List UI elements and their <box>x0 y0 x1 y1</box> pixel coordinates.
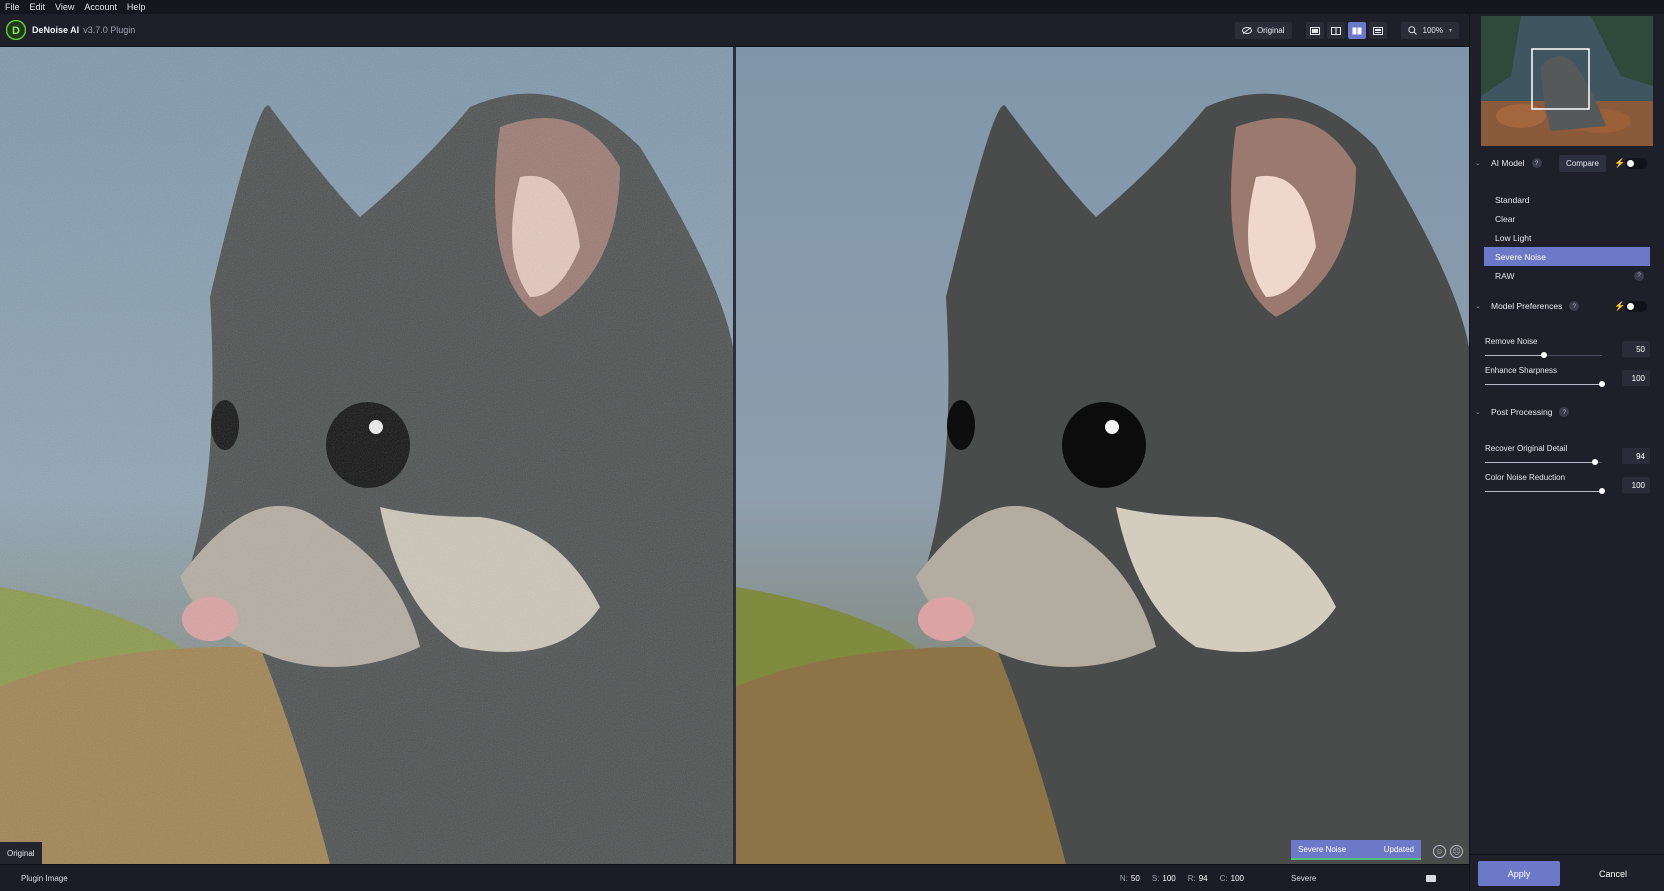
help-icon[interactable]: ? <box>1634 270 1644 281</box>
ai-model-title: AI Model <box>1491 158 1525 168</box>
navigator-thumbnail[interactable] <box>1481 16 1653 146</box>
processed-image-pane[interactable]: Severe Noise Updated ☺ ☹ <box>736 47 1469 864</box>
original-tag: Original <box>0 842 42 864</box>
ai-model-section-header[interactable]: ⌄ AI Model ? Compare ⚡ <box>1470 154 1664 172</box>
side-by-side-icon <box>1352 27 1362 34</box>
sidebar-footer: Apply Cancel <box>1470 854 1664 891</box>
slider-fill <box>1485 491 1602 492</box>
view-mode-group <box>1305 22 1387 39</box>
smile-feedback-icon[interactable]: ☺ <box>1433 845 1446 858</box>
slider-fill <box>1485 384 1602 385</box>
side-by-side-view-button[interactable] <box>1347 22 1366 39</box>
feedback-buttons: ☺ ☹ <box>1433 845 1463 858</box>
zoom-dropdown[interactable]: 100% ▾ <box>1400 22 1459 39</box>
settings-summary: N: 50 S: 100 R: 94 C: 100 <box>1120 874 1244 883</box>
slider-thumb[interactable] <box>1540 352 1547 358</box>
camera-icon[interactable] <box>1426 874 1436 882</box>
single-view-icon <box>1309 26 1320 35</box>
auto-ai-model-toggle[interactable] <box>1625 157 1647 169</box>
remove-noise-slider-row: Remove Noise 50 <box>1485 337 1650 358</box>
single-view-button[interactable] <box>1305 22 1324 39</box>
zoom-icon <box>1407 26 1417 35</box>
post-processing-section-header[interactable]: ⌄ Post Processing ? <box>1470 403 1664 421</box>
chevron-down-icon: ▾ <box>1448 28 1452 34</box>
slider-fill <box>1485 462 1595 463</box>
auto-preferences-toggle[interactable] <box>1625 300 1647 312</box>
help-icon[interactable]: ? <box>1559 407 1570 417</box>
menu-file[interactable]: File <box>0 2 25 12</box>
model-preferences-title: Model Preferences <box>1491 301 1563 311</box>
status-bar: Plugin Image N: 50 S: 100 R: 94 C: 100 Sever… <box>0 864 1469 891</box>
comparison-view-button[interactable] <box>1368 22 1387 39</box>
stat-sharpness: S: 100 <box>1151 873 1176 883</box>
remove-noise-slider[interactable] <box>1485 352 1602 358</box>
recover-detail-slider[interactable] <box>1485 459 1602 465</box>
recover-detail-slider-row: Recover Original Detail 94 <box>1485 444 1650 465</box>
original-image-pane[interactable]: Original <box>0 47 733 864</box>
processed-photo <box>736 47 1469 864</box>
color-noise-slider-row: Color Noise Reduction 100 <box>1485 473 1650 494</box>
menu-help[interactable]: Help <box>122 2 151 12</box>
cancel-button[interactable]: Cancel <box>1570 861 1656 886</box>
stat-noise: N: 50 <box>1119 873 1140 883</box>
menu-edit[interactable]: Edit <box>25 2 51 12</box>
auto-bolt-icon: ⚡ <box>1614 157 1626 168</box>
model-severe-noise[interactable]: Severe Noise <box>1484 247 1650 266</box>
split-view-icon <box>1330 26 1341 35</box>
help-icon[interactable]: ? <box>1531 158 1542 168</box>
compare-button[interactable]: Compare <box>1559 154 1606 172</box>
app-version: v3.7.0 Plugin <box>83 25 136 35</box>
recover-detail-value[interactable]: 94 <box>1622 448 1650 464</box>
slider-thumb[interactable] <box>1599 488 1605 494</box>
model-standard[interactable]: Standard <box>1484 190 1650 209</box>
status-model: Severe <box>1291 873 1317 883</box>
slider-thumb[interactable] <box>1591 459 1598 465</box>
model-preferences-section-header[interactable]: ⌄ Model Preferences ? ⚡ <box>1470 297 1664 315</box>
top-toolbar: D DeNoise AI v3.7.0 Plugin Original 100%… <box>0 14 1469 47</box>
denoise-logo-icon: D <box>6 20 26 40</box>
app-name: DeNoise AI <box>32 25 80 35</box>
original-photo <box>0 47 733 864</box>
source-label: Plugin Image <box>21 873 68 883</box>
ai-model-list: Standard Clear Low Light Severe Noise RA… <box>1484 190 1650 285</box>
frown-feedback-icon[interactable]: ☹ <box>1450 845 1463 858</box>
slider-fill <box>1485 355 1544 356</box>
apply-button[interactable]: Apply <box>1478 861 1560 886</box>
menu-view[interactable]: View <box>50 2 79 12</box>
post-processing-title: Post Processing <box>1491 407 1553 417</box>
help-icon[interactable]: ? <box>1569 301 1580 311</box>
original-toggle-button[interactable]: Original <box>1234 22 1292 39</box>
stat-color: C: 100 <box>1219 873 1244 883</box>
image-viewer[interactable]: Original Severe Noise Updated ☺ ☹ <box>0 47 1469 864</box>
slider-thumb[interactable] <box>1599 381 1605 387</box>
color-noise-value[interactable]: 100 <box>1622 477 1650 493</box>
eye-off-icon <box>1241 27 1252 34</box>
zoom-level: 100% <box>1422 26 1443 35</box>
svg-text:D: D <box>12 25 20 37</box>
model-raw-label: RAW <box>1495 270 1515 281</box>
remove-noise-value[interactable]: 50 <box>1622 341 1650 357</box>
model-low-light[interactable]: Low Light <box>1484 228 1650 247</box>
auto-bolt-icon: ⚡ <box>1614 300 1626 311</box>
navigator-image <box>1481 16 1653 146</box>
split-view-button[interactable] <box>1326 22 1345 39</box>
chevron-down-icon: ⌄ <box>1475 409 1481 416</box>
color-noise-slider[interactable] <box>1485 488 1605 494</box>
enhance-sharpness-slider[interactable] <box>1485 381 1605 387</box>
model-raw[interactable]: RAW ? <box>1484 266 1650 285</box>
original-toggle-label: Original <box>1256 26 1285 35</box>
status-model-name: Severe Noise <box>1298 844 1347 854</box>
stat-recover: R: 94 <box>1187 873 1208 883</box>
processing-status-chip: Severe Noise Updated <box>1291 840 1421 860</box>
chevron-down-icon: ⌄ <box>1475 160 1481 167</box>
right-sidebar: ⌄ AI Model ? Compare ⚡ Standard Clear Lo… <box>1469 14 1664 891</box>
comparison-view-icon <box>1372 26 1383 35</box>
chevron-down-icon: ⌄ <box>1475 303 1481 310</box>
enhance-sharpness-value[interactable]: 100 <box>1622 370 1650 386</box>
menu-bar: File Edit View Account Help <box>0 0 1664 14</box>
status-state: Updated <box>1383 844 1414 854</box>
model-clear[interactable]: Clear <box>1484 209 1650 228</box>
enhance-sharpness-slider-row: Enhance Sharpness 100 <box>1485 366 1650 387</box>
menu-account[interactable]: Account <box>79 2 122 12</box>
